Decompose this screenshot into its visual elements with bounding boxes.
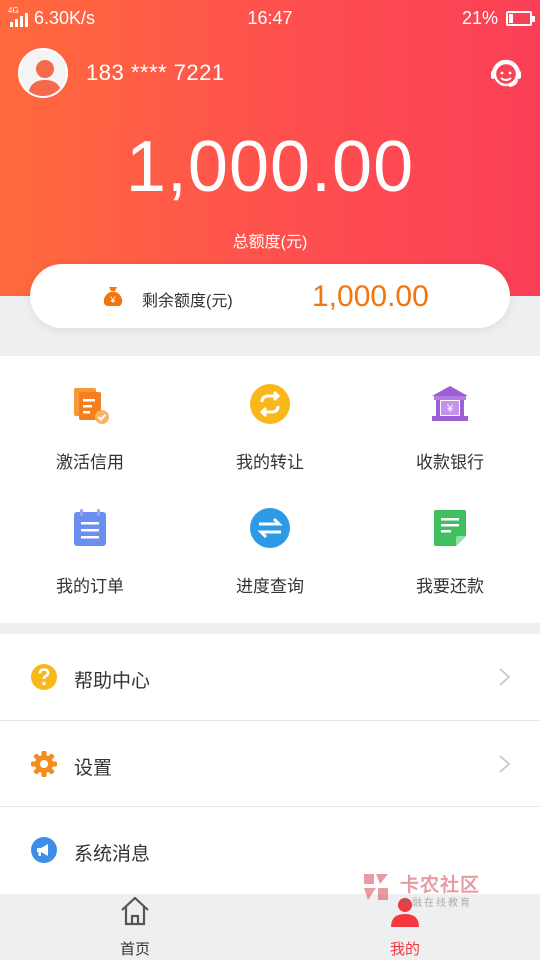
status-bar: 4G 6.30K/s 16:47 21% <box>0 0 540 38</box>
total-amount-label: 总额度(元) <box>232 234 308 251</box>
progress-icon <box>248 506 292 550</box>
watermark: 卡农社区 金融在线教育 <box>360 868 490 912</box>
status-right: 21% <box>461 8 535 29</box>
grid-item-transfer[interactable]: 我的转让 <box>180 356 360 476</box>
grid-item-activate-credit[interactable]: 激活信用 <box>0 356 180 476</box>
battery-percent: 21% <box>461 8 498 28</box>
tab-home-label: 首页 <box>119 941 150 958</box>
grid-item-label: 我的转让 <box>236 453 304 472</box>
activate-credit-icon <box>68 382 112 426</box>
list-item-settings[interactable]: 设置 <box>0 721 540 807</box>
battery-icon <box>506 11 535 26</box>
status-time: 16:47 <box>247 8 293 28</box>
watermark-subtitle: 金融在线教育 <box>400 898 472 909</box>
settings-icon <box>30 750 58 778</box>
grid-item-label: 进度查询 <box>236 577 304 596</box>
watermark-title: 卡农社区 <box>400 875 481 896</box>
list-item-label: 系统消息 <box>74 844 151 865</box>
customer-service-icon[interactable] <box>488 56 524 92</box>
grid-item-label: 收款银行 <box>416 453 484 472</box>
remaining-credit-value: 1,000.00 <box>312 280 429 313</box>
svg-text:¥: ¥ <box>446 403 454 415</box>
list-item-label: 设置 <box>74 758 113 779</box>
transfer-icon <box>248 382 292 426</box>
settings-list: 帮助中心 设置 系统消息 <box>0 634 540 894</box>
list-item-label: 帮助中心 <box>74 671 151 692</box>
grid-item-label: 激活信用 <box>56 453 124 472</box>
grid-item-progress[interactable]: 进度查询 <box>180 480 360 600</box>
function-grid: 激活信用 我的转让 ¥ 收款银行 我的订单 进度查询 我要还款 <box>0 356 540 623</box>
remaining-credit-card: ¥ 剩余额度(元) 1,000.00 <box>30 264 510 328</box>
bank-icon: ¥ <box>428 382 472 426</box>
message-icon <box>30 836 58 864</box>
repay-icon <box>428 506 472 550</box>
money-bag-icon: ¥ <box>102 285 124 307</box>
remaining-credit-label: 剩余额度(元) <box>142 293 233 310</box>
phone-number: 183 **** 7221 <box>86 60 225 85</box>
watermark-logo-icon <box>360 870 396 906</box>
header: 4G 6.30K/s 16:47 21% 183 **** 7221 1,000… <box>0 0 540 296</box>
grid-item-bank[interactable]: ¥ 收款银行 <box>360 356 540 476</box>
svg-text:¥: ¥ <box>109 295 116 305</box>
grid-item-repay[interactable]: 我要还款 <box>360 480 540 600</box>
order-icon <box>68 506 112 550</box>
tab-mine-label: 我的 <box>389 941 420 958</box>
user-avatar-icon <box>28 60 62 96</box>
avatar[interactable] <box>18 48 68 98</box>
chevron-right-icon <box>497 754 511 774</box>
grid-item-orders[interactable]: 我的订单 <box>0 480 180 600</box>
total-amount: 1,000.00 <box>125 127 415 207</box>
tab-home[interactable]: 首页 <box>75 880 195 960</box>
grid-item-label: 我要还款 <box>416 577 484 596</box>
list-item-help-center[interactable]: 帮助中心 <box>0 634 540 720</box>
home-icon <box>118 894 152 928</box>
chevron-right-icon <box>497 667 511 687</box>
grid-item-label: 我的订单 <box>56 577 124 596</box>
help-icon <box>30 663 58 691</box>
